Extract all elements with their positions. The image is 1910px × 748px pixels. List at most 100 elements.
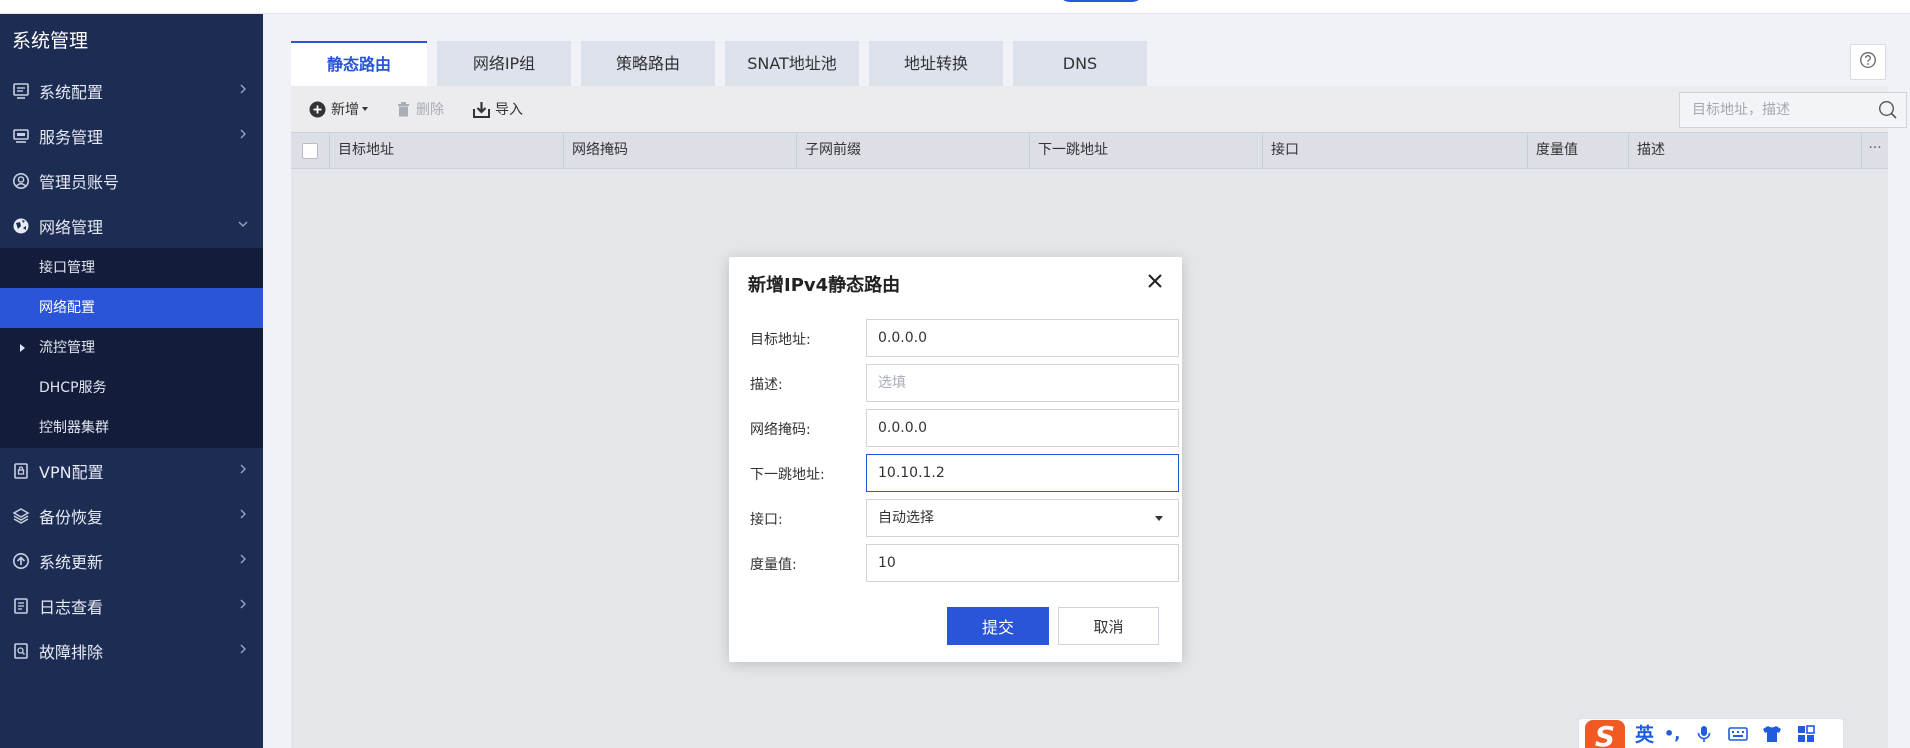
add-button-label: 新增 [331, 102, 359, 118]
field-row-desc: 描述: [750, 364, 1179, 402]
subnav-item-interface-mgmt[interactable]: 接口管理 [0, 248, 263, 288]
column-settings-button[interactable]: ··· [1862, 133, 1888, 168]
microphone-icon[interactable] [1694, 724, 1714, 744]
help-icon [1859, 51, 1877, 73]
server-icon [12, 127, 30, 145]
caret-down-icon [1155, 516, 1163, 521]
col-next-hop[interactable]: 下一跳地址 [1030, 133, 1263, 168]
table-header: 目标地址 网络掩码 子网前缀 下一跳地址 接口 度量值 描述 ··· [291, 132, 1888, 169]
top-pill-button[interactable] [1058, 0, 1144, 2]
trash-icon [398, 102, 409, 117]
interface-select[interactable]: 自动选择 [866, 499, 1179, 537]
col-interface[interactable]: 接口 [1263, 133, 1528, 168]
close-icon[interactable] [1146, 272, 1164, 290]
col-dest-address[interactable]: 目标地址 [330, 133, 564, 168]
search-icon[interactable] [1878, 100, 1898, 124]
sidebar-item-service-mgmt[interactable]: 服务管理 [0, 113, 263, 158]
subnav-item-controller-cluster[interactable]: 控制器集群 [0, 408, 263, 448]
field-row-metric: 度量值: [750, 544, 1179, 582]
keyboard-icon[interactable] [1728, 724, 1749, 744]
tab-address-translation[interactable]: 地址转换 [869, 41, 1003, 86]
chevron-right-icon [237, 553, 249, 565]
tab-policy-route[interactable]: 策略路由 [581, 41, 715, 86]
sidebar-item-backup-restore[interactable]: 备份恢复 [0, 493, 263, 538]
sidebar-item-label: 网络管理 [39, 217, 104, 237]
subnav-item-network-config[interactable]: 网络配置 [0, 288, 263, 328]
cancel-button[interactable]: 取消 [1058, 607, 1159, 645]
tab-network-ip-group[interactable]: 网络IP组 [437, 41, 571, 86]
field-row-interface: 接口: 自动选择 [750, 499, 1179, 537]
shirt-icon[interactable] [1762, 724, 1782, 744]
grid-apps-icon[interactable] [1796, 724, 1816, 744]
col-subnet-prefix[interactable]: 子网前缀 [797, 133, 1030, 168]
dest-address-input[interactable] [866, 319, 1179, 357]
dest-address-label: 目标地址: [750, 332, 811, 348]
import-button-label: 导入 [495, 102, 523, 118]
chevron-right-icon [237, 463, 249, 475]
subnav-item-flow-control[interactable]: 流控管理 [0, 328, 263, 368]
plus-circle-icon [309, 101, 326, 117]
subnav-item-label: 网络配置 [39, 300, 95, 316]
delete-button-label: 删除 [416, 102, 444, 118]
tab-dns[interactable]: DNS [1013, 41, 1147, 86]
caret-down-icon [362, 107, 368, 111]
chevron-right-icon [237, 83, 249, 95]
netmask-input[interactable] [866, 409, 1179, 447]
sidebar-item-label: 系统更新 [39, 552, 104, 572]
netmask-label: 网络掩码: [750, 422, 811, 438]
search-box [1679, 92, 1907, 128]
next-hop-input[interactable] [866, 454, 1179, 492]
help-button[interactable] [1850, 44, 1886, 80]
chevron-down-icon [237, 218, 249, 230]
add-button[interactable]: 新增 [309, 98, 368, 120]
subnav-item-dhcp[interactable]: DHCP服务 [0, 368, 263, 408]
sidebar-item-network-mgmt[interactable]: 网络管理 [0, 203, 263, 248]
sidebar-item-admin-account[interactable]: 管理员账号 [0, 158, 263, 203]
tab-snat-pool[interactable]: SNAT地址池 [725, 41, 859, 86]
select-all-checkbox[interactable] [302, 143, 318, 159]
search-input[interactable] [1680, 93, 1870, 127]
delete-button[interactable]: 删除 [396, 98, 444, 120]
sidebar-item-label: 故障排除 [39, 642, 104, 662]
toolbar: 新增 删除 导入 [291, 86, 1907, 132]
top-bar [0, 0, 1910, 14]
sidebar-item-system-update[interactable]: 系统更新 [0, 538, 263, 583]
chevron-right-icon [237, 508, 249, 520]
metric-input[interactable] [866, 544, 1179, 582]
add-static-route-dialog: 新增IPv4静态路由 目标地址: 描述: 网络掩码: 下一跳地址: 接口: 自动… [729, 257, 1182, 662]
col-netmask[interactable]: 网络掩码 [564, 133, 797, 168]
sidebar-item-log-view[interactable]: 日志查看 [0, 583, 263, 628]
ime-mode-toggle[interactable]: 英 [1635, 720, 1654, 747]
subnav-item-label: 接口管理 [39, 260, 95, 276]
field-row-nexthop: 下一跳地址: [750, 454, 1179, 492]
field-row-dest: 目标地址: [750, 319, 1179, 357]
user-icon [12, 172, 30, 190]
sidebar-item-system-config[interactable]: 系统配置 [0, 68, 263, 113]
network-subnav: 接口管理 网络配置 流控管理 DHCP服务 控制器集群 [0, 248, 263, 448]
sidebar-item-label: 管理员账号 [39, 172, 120, 192]
col-metric[interactable]: 度量值 [1528, 133, 1629, 168]
submit-button[interactable]: 提交 [947, 607, 1049, 645]
interface-label: 接口: [750, 512, 783, 528]
ime-punctuation-toggle[interactable]: •, [1664, 724, 1680, 743]
subnav-item-label: DHCP服务 [39, 380, 107, 396]
sidebar-item-vpn[interactable]: VPN配置 [0, 448, 263, 493]
sidebar: 系统管理 系统配置 服务管理 管理员账号 网络管理 接口管理 网络配置 流控管理… [0, 14, 263, 748]
ime-logo[interactable]: S [1585, 719, 1625, 748]
sidebar-item-troubleshoot[interactable]: 故障排除 [0, 628, 263, 673]
description-input[interactable] [866, 364, 1179, 402]
col-description[interactable]: 描述 [1629, 133, 1862, 168]
sidebar-title: 系统管理 [12, 30, 89, 52]
chevron-right-icon [237, 598, 249, 610]
ime-toolbar: S 英 •, [1578, 718, 1844, 748]
dialog-title: 新增IPv4静态路由 [748, 275, 901, 296]
sidebar-item-label: 备份恢复 [39, 507, 104, 527]
import-button[interactable]: 导入 [473, 98, 523, 120]
tab-static-route[interactable]: 静态路由 [291, 41, 427, 86]
upload-icon [12, 552, 30, 570]
subnav-item-label: 控制器集群 [39, 420, 109, 436]
search-doc-icon [12, 642, 30, 660]
subnav-item-label: 流控管理 [39, 340, 95, 356]
sidebar-item-label: VPN配置 [39, 462, 104, 482]
document-icon [12, 597, 30, 615]
